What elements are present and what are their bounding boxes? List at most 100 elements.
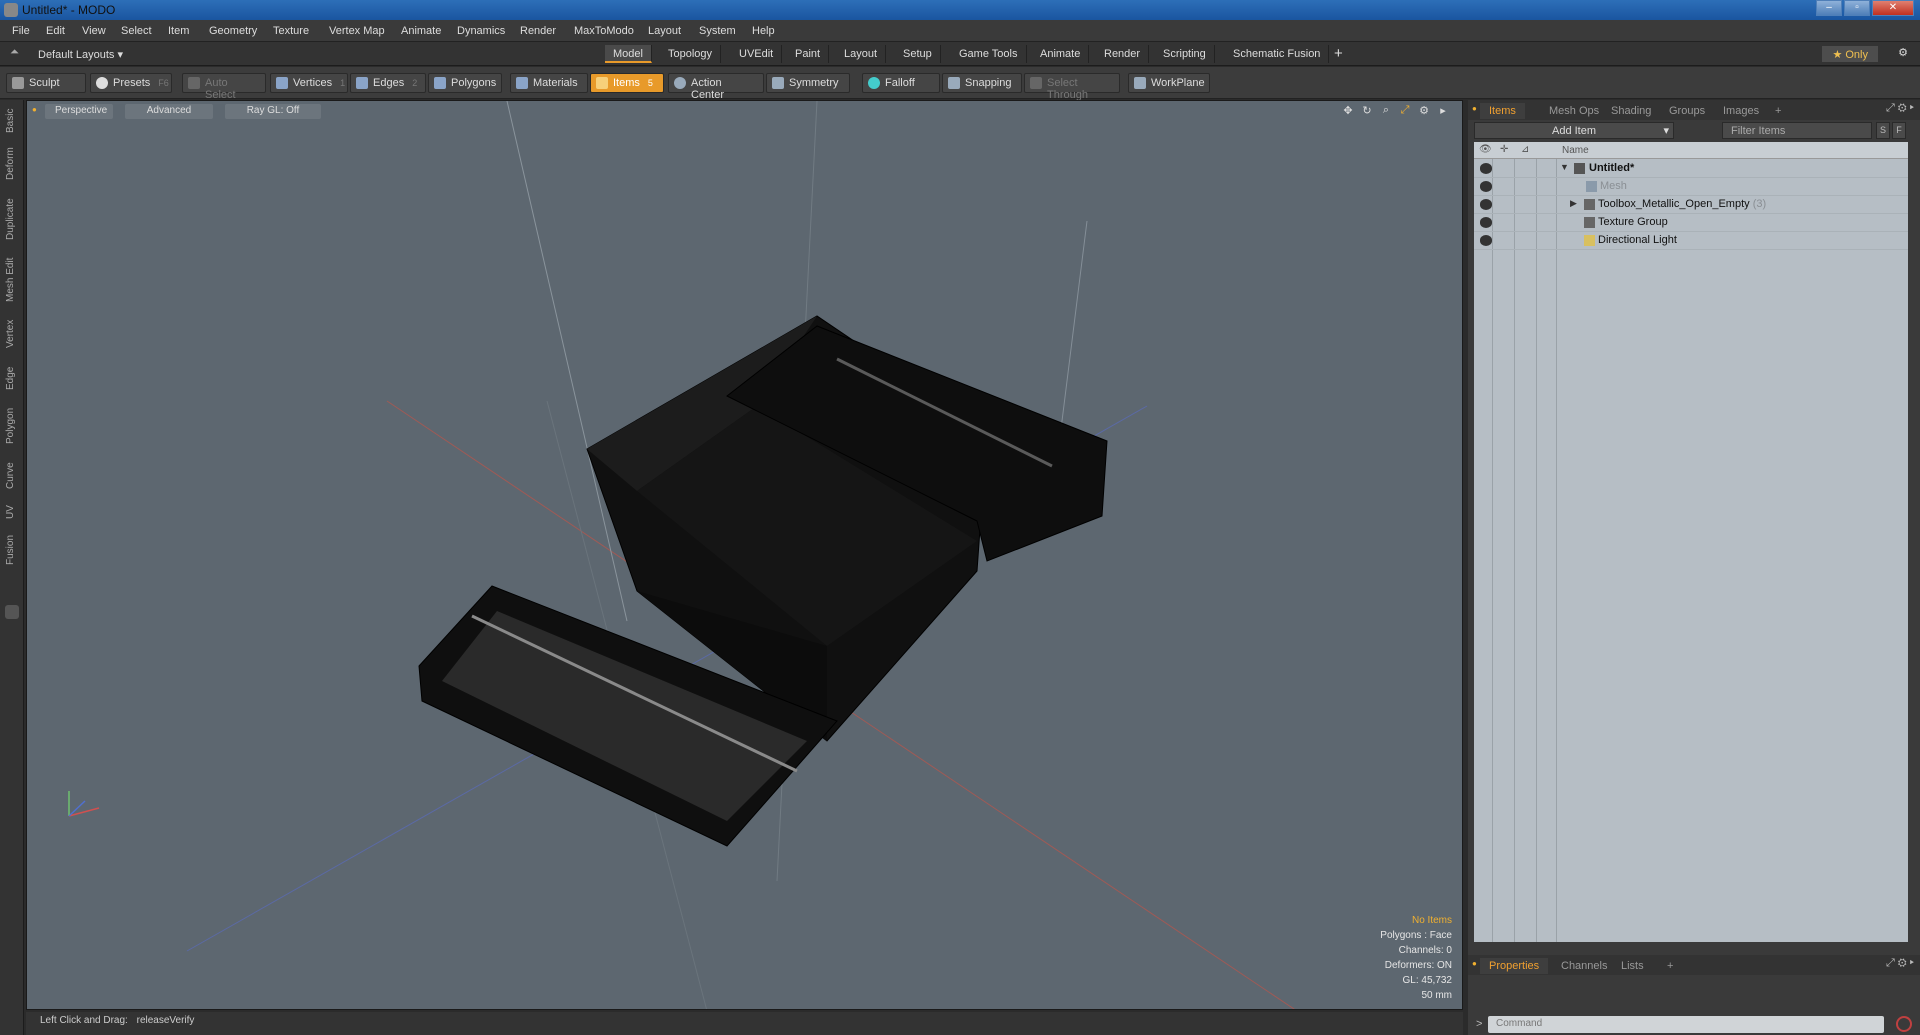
tab-uv[interactable]: UV bbox=[5, 502, 19, 522]
3d-viewport[interactable]: ● Perspective Advanced Ray GL: Off ✥ ↻ ⌕… bbox=[26, 100, 1463, 1010]
tab-animate[interactable]: Animate bbox=[1032, 45, 1090, 63]
edges-button[interactable]: Edges 2 bbox=[350, 73, 426, 93]
render-column-icon[interactable]: ⊿ bbox=[1521, 144, 1529, 155]
viewport-expand-icon[interactable]: ▸ bbox=[1436, 104, 1450, 118]
pan-icon[interactable]: ✥ bbox=[1341, 104, 1355, 118]
polygons-button[interactable]: Polygons bbox=[428, 73, 502, 93]
panel-options-icons[interactable]: ⤢ ⚙ ▸ bbox=[1886, 102, 1914, 115]
tab-basic[interactable]: Basic bbox=[5, 106, 19, 136]
visibility-column-eye-icon[interactable]: 👁 bbox=[1479, 144, 1492, 155]
menu-edit[interactable]: Edit bbox=[46, 25, 65, 37]
auto-select-button[interactable]: Auto Select bbox=[182, 73, 266, 101]
layout-selector[interactable]: Default Layouts ▾ bbox=[38, 48, 123, 61]
menu-help[interactable]: Help bbox=[752, 25, 775, 37]
tab-uvedit[interactable]: UVEdit bbox=[731, 45, 783, 63]
presets-button[interactable]: Presets F6 bbox=[90, 73, 172, 93]
settings-gear-icon[interactable]: ⚙ bbox=[1898, 46, 1908, 59]
tab-scripting[interactable]: Scripting bbox=[1155, 45, 1215, 63]
tab-channels[interactable]: Channels bbox=[1552, 958, 1616, 974]
menu-layout[interactable]: Layout bbox=[648, 25, 681, 37]
tab-mesh-ops[interactable]: Mesh Ops bbox=[1540, 103, 1608, 119]
tree-row-texture-group[interactable]: Texture Group bbox=[1474, 214, 1908, 232]
vertices-button[interactable]: Vertices 1 bbox=[270, 73, 348, 93]
tree-row-mesh[interactable]: Mesh bbox=[1474, 178, 1908, 196]
record-macro-icon[interactable] bbox=[1896, 1016, 1912, 1032]
eye-icon[interactable] bbox=[1480, 181, 1492, 192]
expand-arrow-icon[interactable]: ▶ bbox=[1570, 198, 1577, 209]
scene-canvas[interactable] bbox=[27, 101, 1463, 1010]
name-column-header[interactable]: Name bbox=[1562, 145, 1589, 156]
tab-properties[interactable]: Properties bbox=[1480, 958, 1549, 974]
tab-setup[interactable]: Setup bbox=[895, 45, 941, 63]
menu-dynamics[interactable]: Dynamics bbox=[457, 25, 505, 37]
properties-menu-dot-icon[interactable]: ● bbox=[1472, 959, 1477, 968]
menu-system[interactable]: System bbox=[699, 25, 736, 37]
filter-items-input[interactable]: Filter Items bbox=[1722, 122, 1872, 139]
tab-polygon[interactable]: Polygon bbox=[5, 402, 19, 450]
tab-game-tools[interactable]: Game Tools bbox=[951, 45, 1027, 63]
only-toggle[interactable]: ★ Only bbox=[1822, 46, 1878, 62]
perspective-view-button[interactable]: Perspective bbox=[45, 104, 113, 119]
fit-view-icon[interactable]: ⤢ bbox=[1398, 104, 1412, 118]
layout-collapse-icon[interactable]: ⏶ bbox=[10, 46, 19, 59]
add-panel-tab-button[interactable]: + bbox=[1766, 103, 1790, 119]
tab-deform[interactable]: Deform bbox=[5, 144, 19, 184]
command-input[interactable]: Command bbox=[1488, 1016, 1884, 1033]
tab-curve[interactable]: Curve bbox=[5, 458, 19, 494]
tree-row-scene[interactable]: ▼ Untitled* bbox=[1474, 160, 1908, 178]
tree-row-directional-light[interactable]: Directional Light bbox=[1474, 232, 1908, 250]
tab-render[interactable]: Render bbox=[1096, 45, 1150, 63]
add-item-dropdown[interactable]: Add Item ▾ bbox=[1474, 122, 1674, 139]
materials-button[interactable]: Materials bbox=[510, 73, 588, 93]
tab-paint[interactable]: Paint bbox=[787, 45, 830, 63]
sculpt-button[interactable]: Sculpt bbox=[6, 73, 86, 93]
tab-topology[interactable]: Topology bbox=[660, 45, 722, 63]
rotate-icon[interactable]: ↻ bbox=[1360, 104, 1374, 118]
expand-arrow-icon[interactable]: ▼ bbox=[1560, 162, 1569, 172]
select-through-button[interactable]: Select Through bbox=[1024, 73, 1120, 101]
tab-lists[interactable]: Lists bbox=[1612, 958, 1653, 974]
falloff-button[interactable]: Falloff bbox=[862, 73, 940, 93]
eye-icon[interactable] bbox=[1480, 235, 1492, 246]
tab-mesh-edit[interactable]: Mesh Edit bbox=[5, 254, 19, 306]
menu-texture[interactable]: Texture bbox=[273, 25, 309, 37]
filter-s-button[interactable]: S bbox=[1876, 122, 1890, 139]
zoom-icon[interactable]: ⌕ bbox=[1379, 104, 1393, 118]
eye-icon[interactable] bbox=[1480, 163, 1492, 174]
action-center-button[interactable]: Action Center bbox=[668, 73, 764, 101]
maximize-button[interactable]: ▫ bbox=[1844, 0, 1870, 16]
filter-f-button[interactable]: F bbox=[1892, 122, 1906, 139]
ray-gl-button[interactable]: Ray GL: Off bbox=[225, 104, 321, 119]
add-tab-button[interactable]: + bbox=[1334, 45, 1343, 62]
minimize-button[interactable]: – bbox=[1816, 0, 1842, 16]
tab-schematic-fusion[interactable]: Schematic Fusion bbox=[1225, 45, 1330, 63]
menu-geometry[interactable]: Geometry bbox=[209, 25, 257, 37]
tab-images[interactable]: Images bbox=[1714, 103, 1768, 119]
tab-fusion[interactable]: Fusion bbox=[5, 530, 19, 570]
tab-model[interactable]: Model bbox=[605, 45, 652, 63]
tab-layout[interactable]: Layout bbox=[836, 45, 887, 63]
tab-groups[interactable]: Groups bbox=[1660, 103, 1714, 119]
snapping-button[interactable]: Snapping bbox=[942, 73, 1022, 93]
viewport-settings-icon[interactable]: ⚙ bbox=[1417, 104, 1431, 118]
add-properties-tab-button[interactable]: + bbox=[1658, 958, 1682, 974]
lock-column-icon[interactable]: ✛ bbox=[1500, 144, 1508, 155]
menu-item[interactable]: Item bbox=[168, 25, 189, 37]
menu-file[interactable]: File bbox=[12, 25, 30, 37]
viewport-menu-dot-icon[interactable]: ● bbox=[32, 105, 37, 114]
tree-row-toolbox-group[interactable]: ▶ Toolbox_Metallic_Open_Empty (3) bbox=[1474, 196, 1908, 214]
properties-options-icons[interactable]: ⤢ ⚙ ▸ bbox=[1886, 957, 1914, 970]
advanced-shading-button[interactable]: Advanced bbox=[125, 104, 213, 119]
menu-view[interactable]: View bbox=[82, 25, 106, 37]
menu-animate[interactable]: Animate bbox=[401, 25, 441, 37]
eye-icon[interactable] bbox=[1480, 199, 1492, 210]
panel-menu-dot-icon[interactable]: ● bbox=[1472, 104, 1477, 113]
menu-vertex-map[interactable]: Vertex Map bbox=[329, 25, 385, 37]
symmetry-button[interactable]: Symmetry bbox=[766, 73, 850, 93]
menu-maxtomodo[interactable]: MaxToModo bbox=[574, 25, 634, 37]
tab-vertex[interactable]: Vertex bbox=[5, 314, 19, 354]
items-button[interactable]: Items 5 bbox=[590, 73, 664, 93]
tab-edge[interactable]: Edge bbox=[5, 362, 19, 394]
menu-select[interactable]: Select bbox=[121, 25, 152, 37]
eye-icon[interactable] bbox=[1480, 217, 1492, 228]
